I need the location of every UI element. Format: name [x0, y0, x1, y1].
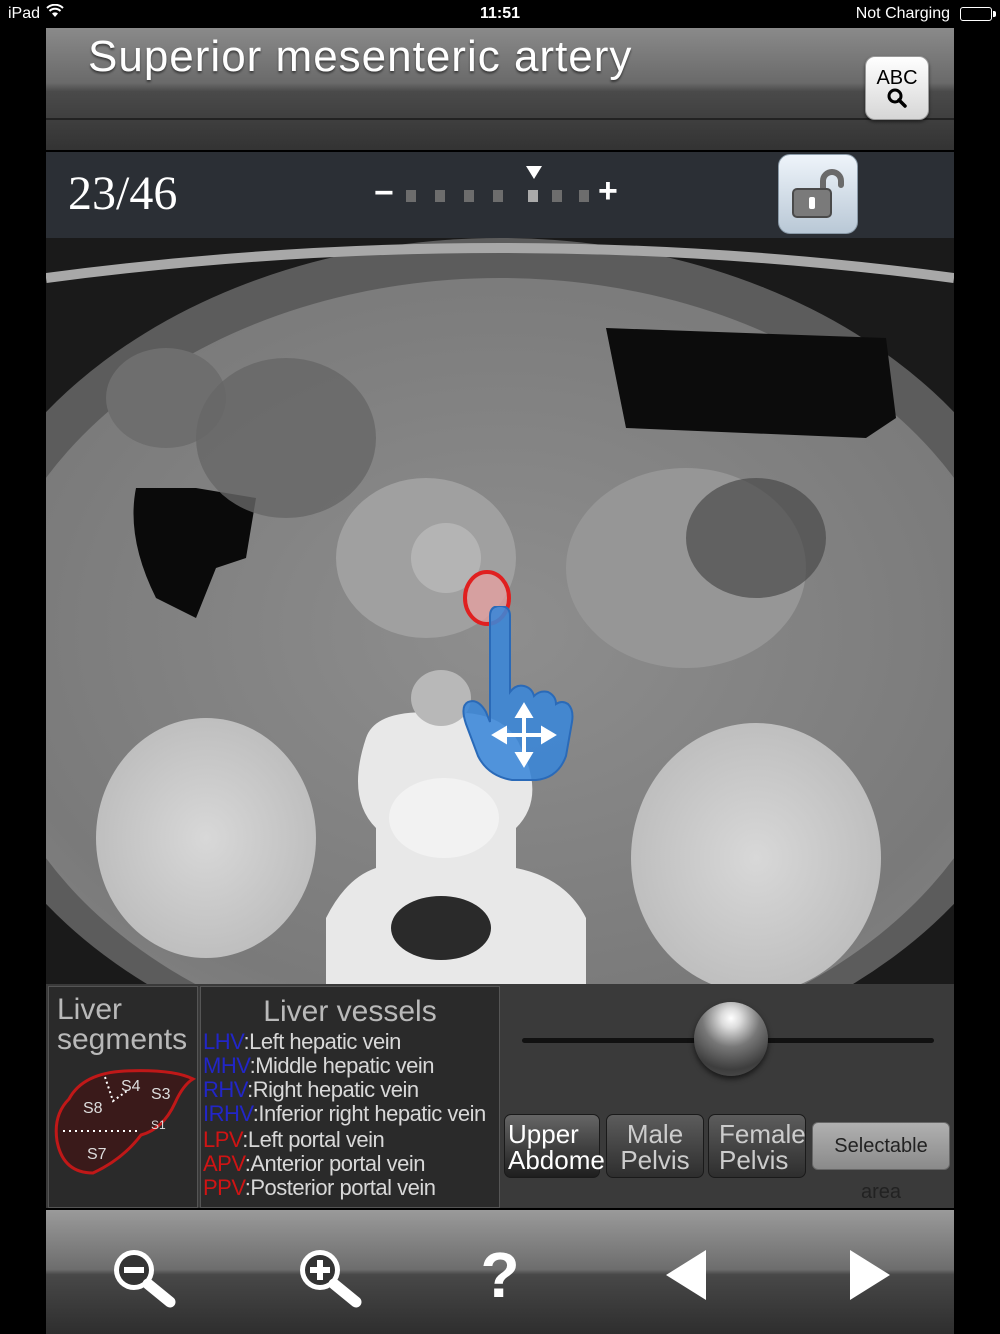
label-search-button[interactable]: ABC — [865, 56, 929, 120]
region-male-pelvis-button[interactable]: Male Pelvis — [606, 1114, 704, 1178]
title-divider — [46, 118, 954, 120]
magnifier-icon — [887, 88, 907, 108]
slice-tick[interactable] — [464, 190, 474, 202]
vessel-legend-item: PPV:Posterior portal vein — [203, 1175, 436, 1200]
vessel-legend-item: IRHV:Inferior right hepatic vein — [203, 1101, 486, 1126]
status-bar: iPad 11:51 Not Charging — [0, 0, 1000, 28]
previous-icon — [666, 1250, 706, 1300]
zoom-in-icon — [300, 1250, 362, 1308]
slice-tick[interactable] — [435, 190, 445, 202]
slice-tick[interactable] — [552, 190, 562, 202]
ct-scan-image[interactable] — [46, 238, 954, 984]
region-female-pelvis-button[interactable]: Female Pelvis — [708, 1114, 806, 1178]
page-title: Superior mesenteric artery — [88, 32, 633, 81]
region-upper-abdomen-button[interactable]: Upper Abdomen — [504, 1114, 619, 1178]
vessel-name: Right hepatic vein — [252, 1077, 419, 1102]
vessel-legend-item: MHV:Middle hepatic vein — [203, 1053, 435, 1078]
slice-tick[interactable] — [579, 190, 589, 202]
pointer-hand-icon[interactable] — [458, 606, 576, 782]
liver-segments-title-line1: Liver — [57, 993, 123, 1026]
clock: 11:51 — [479, 5, 521, 22]
vessel-legend-item: APV:Anterior portal vein — [203, 1151, 425, 1176]
control-panel: Liver segments S8 S4 S3 S1 S7 Liver vess… — [46, 984, 954, 1208]
help-button[interactable]: ? — [460, 1240, 540, 1310]
liver-segments-title-line2: segments — [57, 1023, 188, 1056]
segment-label: S3 — [151, 1086, 171, 1103]
slider-knob[interactable] — [694, 1002, 768, 1076]
zoom-out-button[interactable] — [104, 1240, 184, 1310]
selectable-area-button[interactable]: Selectable area — [812, 1122, 950, 1203]
vessel-legend-item: RHV:Right hepatic vein — [203, 1077, 419, 1102]
help-icon: ? — [480, 1239, 520, 1311]
previous-button[interactable] — [656, 1240, 736, 1310]
abc-label: ABC — [876, 67, 918, 89]
vessel-name: Posterior portal vein — [250, 1175, 436, 1200]
slice-tick[interactable] — [406, 190, 416, 202]
unlock-icon — [792, 169, 844, 218]
charging-status: Not Charging — [855, 5, 950, 22]
slice-counter: 23/46 — [68, 167, 178, 220]
liver-segments-title: Liver segments — [57, 995, 187, 1055]
segment-label: S7 — [87, 1146, 107, 1163]
vessel-legend-item: LPV:Left portal vein — [203, 1127, 385, 1152]
next-icon — [850, 1250, 890, 1300]
vessel-legend-item: LHV:Left hepatic vein — [203, 1029, 401, 1054]
slice-plus-button[interactable]: + — [598, 172, 618, 211]
title-bar: Superior mesenteric artery ABC — [46, 28, 954, 150]
liver-segments-diagram-icon: S8 S4 S3 S1 S7 — [54, 1069, 197, 1175]
slice-minus-button[interactable]: − — [374, 174, 394, 213]
segment-label: S8 — [83, 1100, 103, 1117]
liver-vessels-button[interactable]: Liver vessels LHV:Left hepatic vein MHV:… — [200, 986, 500, 1208]
region-label-line2: Pelvis — [620, 1145, 690, 1175]
region-label-line2: Abdomen — [508, 1145, 620, 1175]
vessel-name: Anterior portal vein — [250, 1151, 425, 1176]
next-button[interactable] — [836, 1240, 916, 1310]
zoom-out-icon — [114, 1250, 176, 1308]
vessel-name: Inferior right hepatic vein — [258, 1101, 486, 1126]
vessel-name: Left portal vein — [247, 1127, 385, 1152]
vessel-abbr: PPV — [203, 1175, 245, 1200]
zoom-in-button[interactable] — [290, 1240, 370, 1310]
window-level-slider[interactable] — [502, 986, 952, 1106]
slice-tick[interactable] — [493, 190, 503, 202]
region-label-line2: Pelvis — [719, 1145, 789, 1175]
vessel-name: Middle hepatic vein — [255, 1053, 435, 1078]
vessel-name: Left hepatic vein — [249, 1029, 401, 1054]
vessel-abbr: APV — [203, 1151, 245, 1176]
lock-button[interactable] — [778, 154, 858, 234]
liver-vessels-title: Liver vessels — [263, 995, 437, 1028]
vessel-abbr: IRHV — [203, 1101, 253, 1126]
vessel-abbr: LPV — [203, 1127, 243, 1152]
segment-label: S1 — [151, 1118, 166, 1132]
bottom-toolbar: ? — [46, 1210, 954, 1334]
vessel-abbr: MHV — [203, 1053, 250, 1078]
slice-tick-current[interactable] — [528, 190, 538, 202]
slice-position-marker — [526, 166, 542, 179]
liver-segments-button[interactable]: Liver segments S8 S4 S3 S1 S7 — [48, 986, 198, 1208]
vessel-abbr: LHV — [203, 1029, 244, 1054]
battery-icon — [960, 7, 996, 21]
slice-bar: 23/46 − + — [46, 152, 954, 239]
vessel-abbr: RHV — [203, 1077, 248, 1102]
segment-label: S4 — [121, 1078, 141, 1095]
